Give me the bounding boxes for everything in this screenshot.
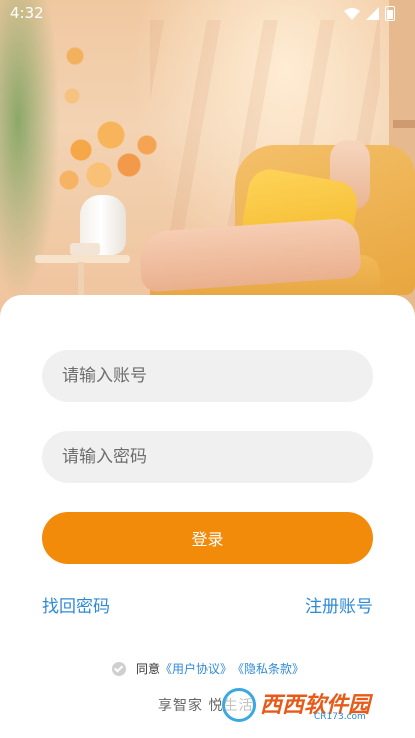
battery-icon (385, 6, 395, 21)
watermark: 西西软件园 CR173.com (222, 685, 397, 725)
agreement-row: 同意 《用户协议》 《隐私条款》 (112, 660, 304, 677)
account-field-wrapper (42, 350, 373, 402)
status-icons (344, 6, 395, 21)
watermark-subtitle: CR173.com (314, 712, 366, 722)
account-input[interactable] (42, 350, 373, 402)
forgot-password-link[interactable]: 找回密码 (42, 592, 110, 617)
signal-icon (366, 7, 379, 20)
privacy-policy-link[interactable]: 《隐私条款》 (232, 660, 304, 677)
password-field-wrapper (42, 431, 373, 483)
login-card: 登录 找回密码 注册账号 同意 《用户协议》 《隐私条款》 享智家 悦生活 (0, 295, 415, 738)
wifi-icon (344, 7, 360, 20)
hero-illustration (0, 0, 415, 320)
cup (70, 243, 100, 255)
watermark-logo-icon (222, 688, 256, 722)
flowers-top (60, 40, 90, 120)
agreement-prefix: 同意 (136, 662, 161, 676)
password-input[interactable] (42, 431, 373, 483)
register-link[interactable]: 注册账号 (305, 592, 373, 617)
login-button[interactable]: 登录 (42, 512, 373, 564)
checkbox-icon[interactable] (112, 661, 126, 676)
status-bar: 4:32 (0, 0, 415, 28)
status-time: 4:32 (10, 4, 44, 22)
user-agreement-link[interactable]: 《用户协议》 (160, 660, 232, 677)
